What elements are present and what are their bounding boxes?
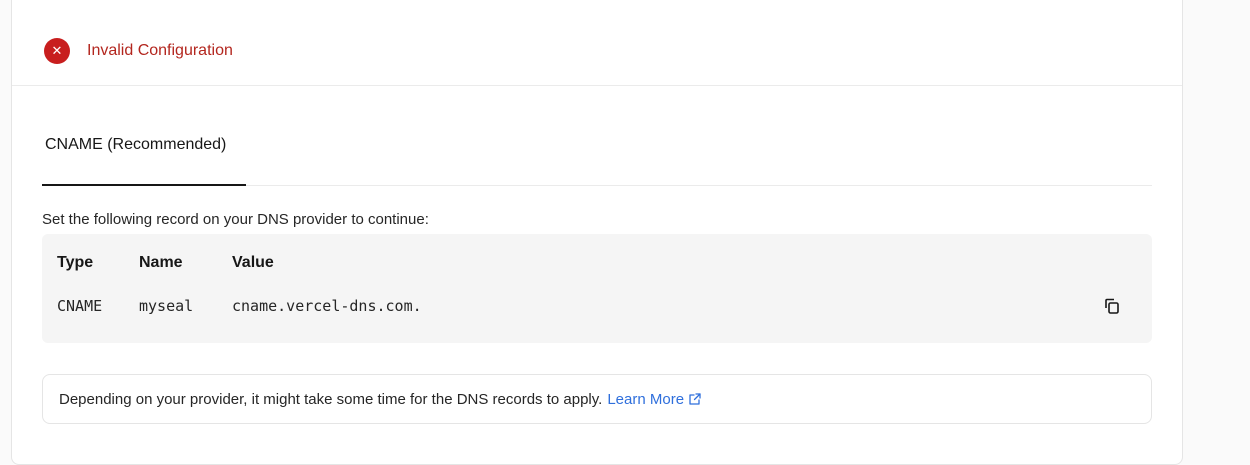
instruction-text: Set the following record on your DNS pro… xyxy=(42,211,429,228)
record-name-value: myseal xyxy=(139,297,194,315)
divider xyxy=(12,85,1182,86)
record-value-value: cname.vercel-dns.com. xyxy=(232,297,422,315)
propagation-note: Depending on your provider, it might tak… xyxy=(42,374,1152,424)
status-row: ✕ Invalid Configuration xyxy=(44,38,233,64)
copy-icon xyxy=(1105,298,1119,314)
note-text: Depending on your provider, it might tak… xyxy=(59,390,603,408)
external-link-icon xyxy=(689,393,701,405)
domain-config-card: ✕ Invalid Configuration CNAME (Recommend… xyxy=(11,0,1183,465)
record-type-value: CNAME xyxy=(57,297,103,315)
tab-cname[interactable]: CNAME (Recommended) xyxy=(42,135,246,186)
record-type-tabs: CNAME (Recommended) xyxy=(42,135,1152,186)
learn-more-label: Learn More xyxy=(607,390,685,408)
tab-label: CNAME (Recommended) xyxy=(45,136,227,153)
copy-button[interactable] xyxy=(1100,294,1124,318)
learn-more-link[interactable]: Learn More xyxy=(607,391,702,408)
dns-record-table: Type Name Value CNAME myseal cname.verce… xyxy=(42,234,1152,343)
close-icon: ✕ xyxy=(44,38,70,64)
column-header-type: Type xyxy=(57,254,94,271)
column-header-name: Name xyxy=(139,254,183,271)
column-header-value: Value xyxy=(232,254,274,271)
status-text: Invalid Configuration xyxy=(87,42,233,59)
